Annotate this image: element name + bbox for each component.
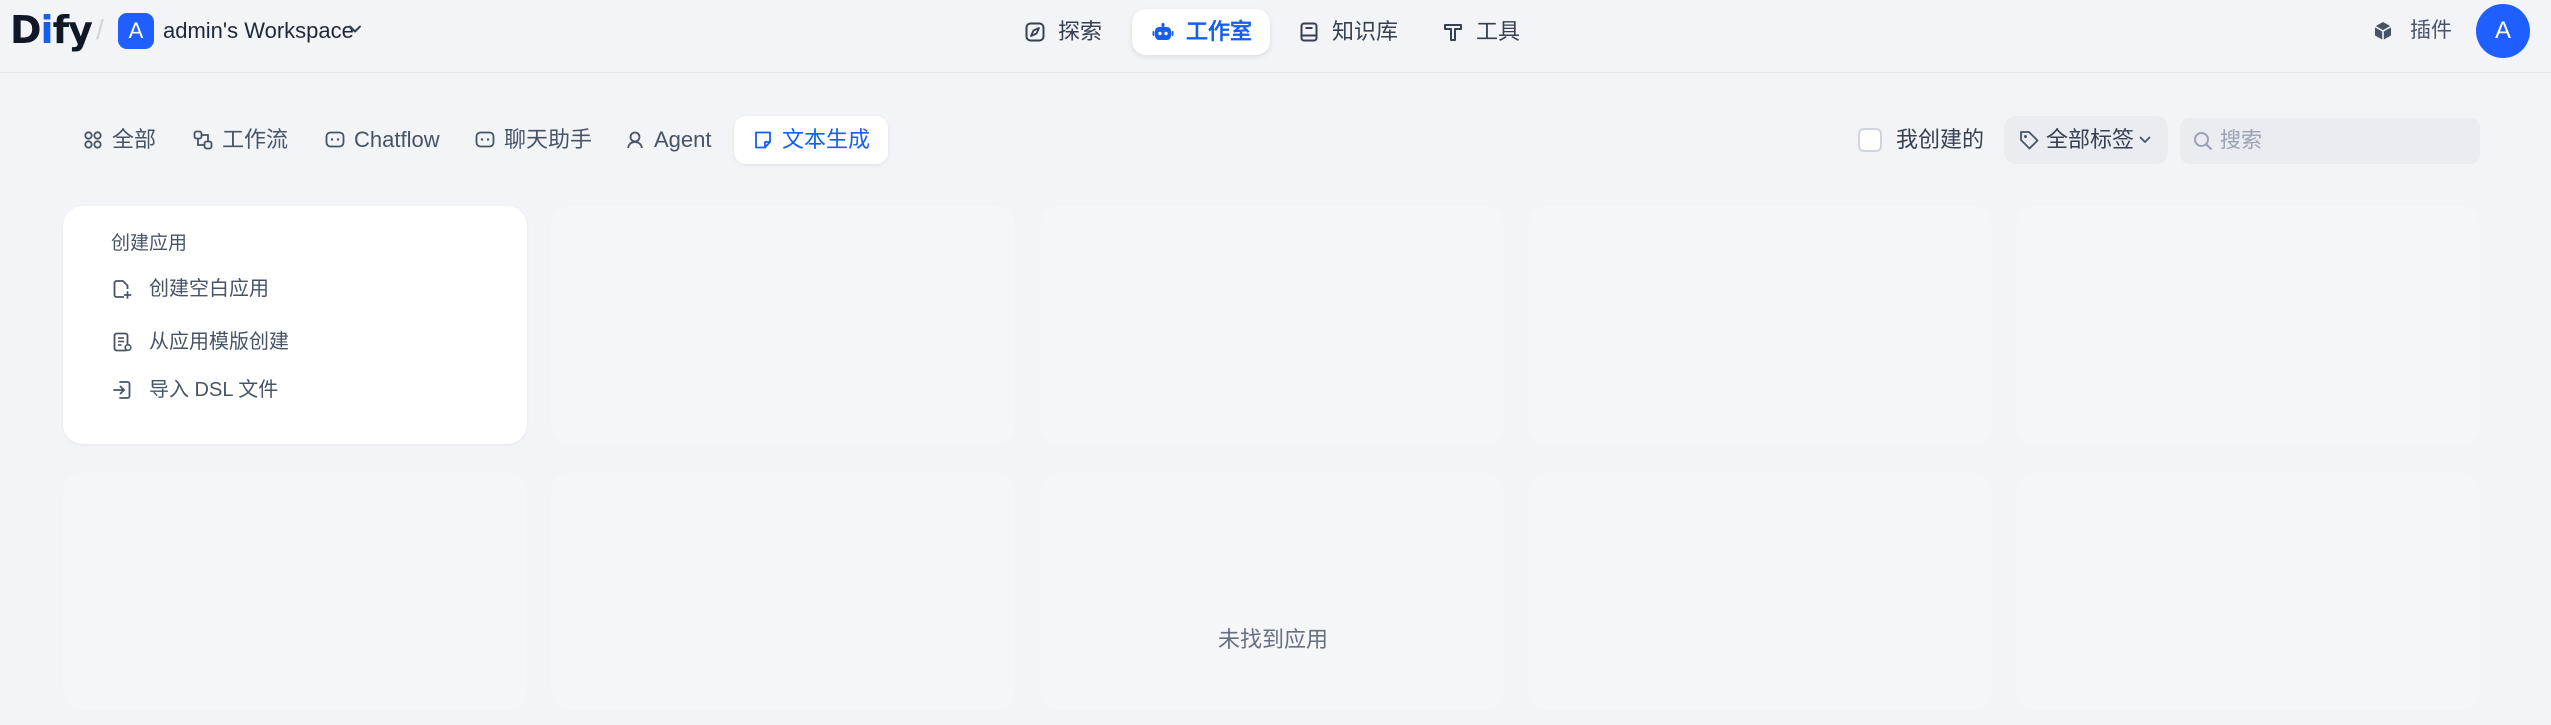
- plugins-label: 插件: [2410, 19, 2452, 42]
- tab-text-generation-label: 文本生成: [782, 127, 871, 152]
- create-app-title: 创建应用: [111, 233, 188, 254]
- search-icon: [2194, 132, 2212, 150]
- app-card-placeholder: [2016, 206, 2480, 444]
- tab-chatflow-label: Chatflow: [354, 127, 440, 152]
- workflow-icon: [193, 130, 213, 150]
- tab-agent[interactable]: Agent: [606, 116, 730, 164]
- tab-chat-assistant-label: 聊天助手: [504, 127, 593, 152]
- app-card-placeholder: [1040, 206, 1504, 444]
- nav-tools[interactable]: 工具: [1422, 9, 1538, 55]
- app-card-placeholder: [551, 206, 1015, 444]
- import-dsl-label: 导入 DSL 文件: [149, 379, 279, 401]
- nav-tools-label: 工具: [1476, 19, 1521, 44]
- nav-explore[interactable]: 探索: [1004, 9, 1120, 55]
- top-bar: Dify / A admin's Workspace 探索 工作室 知识库 工具…: [0, 0, 2551, 73]
- create-blank-app-button[interactable]: 创建空白应用: [111, 274, 269, 304]
- tab-all[interactable]: 全部: [64, 116, 174, 164]
- tag-filter-label: 全部标签: [2046, 127, 2135, 152]
- explore-icon: [1025, 22, 1045, 42]
- create-from-template-label: 从应用模版创建: [149, 331, 289, 353]
- app-card-placeholder: [63, 472, 527, 710]
- nav-studio-label: 工作室: [1186, 19, 1253, 44]
- import-icon: [113, 381, 131, 399]
- grid-icon: [84, 131, 102, 149]
- note-icon: [755, 131, 771, 149]
- created-by-me-checkbox[interactable]: [1858, 128, 1882, 152]
- plugins-button[interactable]: 插件: [2372, 17, 2452, 45]
- app-card-placeholder: [2016, 472, 2480, 710]
- tab-text-generation[interactable]: 文本生成: [734, 116, 889, 164]
- chat-assistant-icon: [475, 131, 495, 148]
- nav-knowledge-label: 知识库: [1332, 19, 1399, 44]
- tag-filter-dropdown[interactable]: 全部标签: [2004, 116, 2168, 164]
- workspace-name[interactable]: admin's Workspace: [163, 17, 354, 45]
- workspace-avatar[interactable]: A: [118, 13, 154, 49]
- import-dsl-button[interactable]: 导入 DSL 文件: [111, 375, 278, 405]
- cube-icon: [2374, 22, 2392, 40]
- search-box[interactable]: [2180, 118, 2480, 164]
- app-card-placeholder: [1528, 206, 1992, 444]
- chevron-down-icon[interactable]: [348, 22, 362, 36]
- nav-explore-label: 探索: [1058, 19, 1103, 44]
- create-blank-app-label: 创建空白应用: [149, 278, 269, 300]
- book-icon: [1300, 22, 1318, 42]
- app-card-placeholder: [1528, 472, 1992, 710]
- tab-agent-label: Agent: [654, 127, 712, 152]
- agent-icon: [627, 131, 643, 149]
- created-by-me-label: 我创建的: [1896, 127, 1985, 152]
- nav-studio[interactable]: 工作室: [1132, 9, 1271, 55]
- tab-chat-assistant[interactable]: 聊天助手: [456, 116, 610, 164]
- tag-icon: [2020, 131, 2039, 150]
- tab-workflow-label: 工作流: [222, 127, 289, 152]
- create-app-card: 创建应用 创建空白应用 从应用模版创建 导入 DSL 文件: [63, 206, 527, 444]
- create-from-template-button[interactable]: 从应用模版创建: [111, 327, 289, 357]
- robot-icon: [1152, 23, 1174, 40]
- file-template-icon: [113, 332, 132, 352]
- tab-workflow[interactable]: 工作流: [174, 116, 306, 164]
- app-card-placeholder: [1040, 472, 1504, 710]
- search-input[interactable]: [2220, 118, 2470, 164]
- user-avatar[interactable]: A: [2476, 4, 2530, 58]
- chat-bubble-icon: [325, 131, 345, 148]
- nav-knowledge[interactable]: 知识库: [1278, 9, 1416, 55]
- chevron-down-icon: [2139, 136, 2151, 143]
- tab-chatflow[interactable]: Chatflow: [306, 116, 458, 164]
- created-by-me-filter[interactable]: 我创建的: [1858, 124, 1984, 156]
- file-plus-icon: [113, 280, 132, 299]
- dify-logo[interactable]: Dify: [10, 8, 93, 52]
- app-card-placeholder: [551, 472, 1015, 710]
- tab-all-label: 全部: [112, 127, 157, 152]
- empty-state-message: 未找到应用: [1217, 627, 1328, 652]
- breadcrumb-divider: /: [96, 14, 104, 45]
- tool-icon: [1444, 24, 1462, 41]
